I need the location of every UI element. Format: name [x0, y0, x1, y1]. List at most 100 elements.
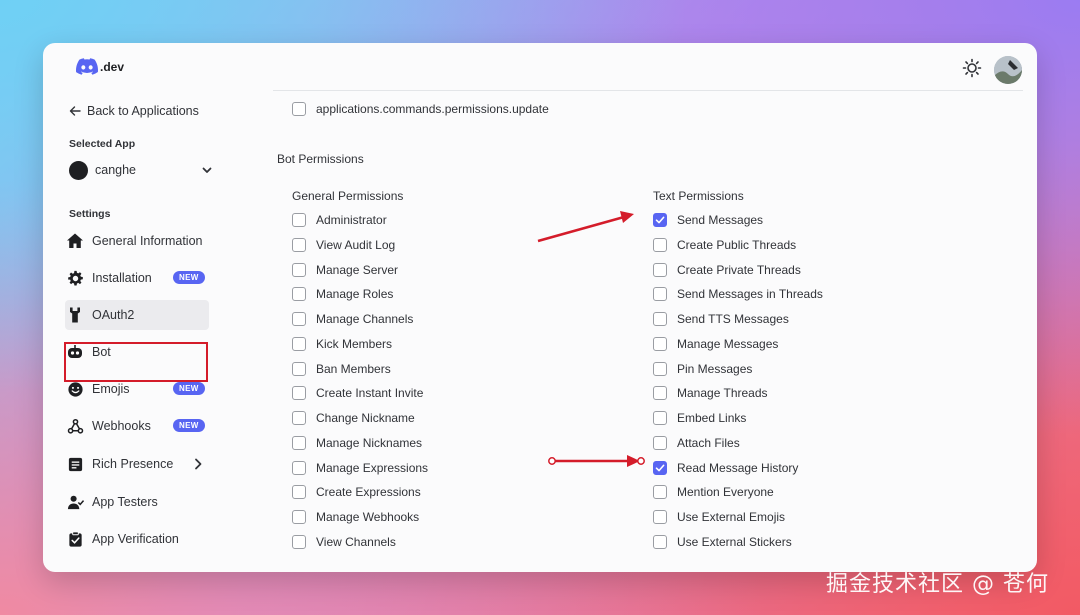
selected-app-label: Selected App: [69, 138, 136, 150]
checkbox[interactable]: [653, 510, 667, 524]
permission-row[interactable]: Manage Roles: [292, 285, 393, 303]
checkbox-checked[interactable]: [653, 460, 667, 475]
permission-row[interactable]: View Channels: [292, 533, 396, 551]
permission-row[interactable]: Kick Members: [292, 335, 392, 353]
checkbox[interactable]: [653, 435, 667, 450]
sidebar-item-rich-presence[interactable]: Rich Presence: [65, 449, 209, 479]
sidebar-item-app-verification[interactable]: App Verification: [65, 524, 209, 554]
sidebar-item-app-testers[interactable]: App Testers: [65, 487, 209, 517]
permission-row[interactable]: Create Instant Invite: [292, 384, 423, 402]
checkbox[interactable]: [653, 361, 667, 376]
user-avatar[interactable]: [994, 56, 1022, 84]
permission-label: View Audit Log: [316, 237, 396, 252]
clipboard-check-icon: [65, 529, 85, 549]
checkbox[interactable]: [292, 336, 306, 351]
top-bar: .dev: [43, 43, 1037, 91]
sidebar-item-general-information[interactable]: General Information: [65, 226, 209, 256]
permission-label: Manage Server: [316, 262, 399, 277]
permission-label: Read Message History: [677, 460, 799, 475]
permission-row[interactable]: Manage Webhooks: [292, 508, 419, 526]
permission-row[interactable]: View Audit Log: [292, 236, 395, 254]
checkbox[interactable]: [292, 237, 306, 252]
checkbox[interactable]: [292, 485, 306, 500]
permission-label: Manage Nicknames: [316, 435, 423, 450]
permission-row[interactable]: Read Message History: [653, 459, 798, 477]
checkbox[interactable]: [292, 411, 306, 425]
checkbox[interactable]: [653, 485, 667, 500]
settings-section-label: Settings: [69, 208, 111, 220]
sidebar-item-installation[interactable]: Installation NEW: [65, 263, 209, 293]
user-icon: [65, 492, 85, 512]
checkbox[interactable]: [653, 386, 667, 401]
permission-label: Manage Expressions: [316, 460, 429, 475]
sidebar-item-webhooks[interactable]: Webhooks NEW: [65, 411, 209, 441]
permission-row[interactable]: Manage Messages: [653, 335, 778, 353]
permission-label: Change Nickname: [316, 411, 415, 425]
back-to-applications-link[interactable]: Back to Applications: [69, 104, 199, 118]
checkbox[interactable]: [292, 287, 306, 302]
bot-permissions-title: Bot Permissions: [277, 152, 364, 166]
watermark-text: 掘金技术社区 @ 苍何: [826, 572, 1049, 597]
permission-row[interactable]: Create Expressions: [292, 483, 421, 501]
discord-dev-logo[interactable]: .dev: [76, 58, 124, 75]
permission-label: Kick Members: [316, 336, 393, 351]
permission-row[interactable]: Manage Threads: [653, 384, 768, 402]
checkbox[interactable]: [653, 287, 667, 302]
permission-row[interactable]: Use External Emojis: [653, 508, 785, 526]
permission-row[interactable]: Attach Files: [653, 434, 740, 452]
permission-label: Manage Messages: [677, 336, 779, 351]
checkbox-checked[interactable]: [653, 213, 667, 227]
permission-row[interactable]: Manage Nicknames: [292, 434, 422, 452]
text-permissions-title: Text Permissions: [653, 189, 744, 203]
permission-row[interactable]: Create Private Threads: [653, 261, 801, 279]
checkbox[interactable]: [292, 361, 306, 376]
permission-row[interactable]: Administrator: [292, 211, 387, 229]
permission-row[interactable]: Embed Links: [653, 409, 746, 427]
main-content: applications.commands.permissions.update…: [273, 91, 1037, 572]
permission-label: Mention Everyone: [677, 485, 774, 500]
permission-label: Send Messages in Threads: [677, 287, 823, 302]
permission-label: Ban Members: [316, 361, 391, 376]
checkbox[interactable]: [292, 102, 306, 116]
checkbox[interactable]: [292, 510, 306, 524]
checkbox[interactable]: [292, 213, 306, 227]
sidebar-item-label: General Information: [92, 234, 203, 248]
permission-row[interactable]: Send Messages: [653, 211, 763, 229]
checkbox[interactable]: [292, 386, 306, 401]
permission-row[interactable]: Use External Stickers: [653, 533, 792, 551]
permission-row[interactable]: Pin Messages: [653, 360, 752, 378]
theme-toggle-sun-icon[interactable]: [962, 58, 982, 78]
permission-row[interactable]: Manage Server: [292, 261, 398, 279]
permission-label: View Channels: [316, 534, 396, 549]
permission-row[interactable]: Change Nickname: [292, 409, 415, 427]
checkbox[interactable]: [653, 336, 667, 351]
checkbox[interactable]: [292, 435, 306, 450]
checkbox[interactable]: [292, 262, 306, 277]
app-selector[interactable]: canghe: [69, 155, 213, 185]
permission-row[interactable]: Create Public Threads: [653, 236, 796, 254]
sidebar: Back to Applications Selected App canghe…: [43, 91, 273, 572]
checkbox[interactable]: [653, 534, 667, 549]
permission-row[interactable]: Manage Channels: [292, 310, 413, 328]
sidebar-item-oauth2[interactable]: OAuth2: [65, 300, 209, 330]
checkbox[interactable]: [292, 312, 306, 326]
permission-label: Use External Stickers: [677, 534, 792, 549]
app-window: .dev Back to Applications Selected App c…: [43, 43, 1037, 572]
scope-row[interactable]: applications.commands.permissions.update: [292, 100, 549, 118]
permission-row[interactable]: Ban Members: [292, 360, 391, 378]
permission-label: Pin Messages: [677, 361, 753, 376]
permission-row[interactable]: Send TTS Messages: [653, 310, 789, 328]
checkbox[interactable]: [653, 312, 667, 326]
permission-label: Create Expressions: [316, 485, 421, 500]
permission-row[interactable]: Send Messages in Threads: [653, 285, 823, 303]
checkbox[interactable]: [653, 237, 667, 252]
permission-label: Manage Webhooks: [316, 510, 420, 524]
checkbox[interactable]: [653, 411, 667, 425]
checkbox[interactable]: [292, 534, 306, 549]
sidebar-item-label: Rich Presence: [92, 457, 174, 471]
permission-row[interactable]: Manage Expressions: [292, 459, 428, 477]
checkbox[interactable]: [653, 262, 667, 277]
checkbox[interactable]: [292, 460, 306, 475]
permission-label: Manage Threads: [677, 386, 768, 401]
permission-row[interactable]: Mention Everyone: [653, 483, 774, 501]
